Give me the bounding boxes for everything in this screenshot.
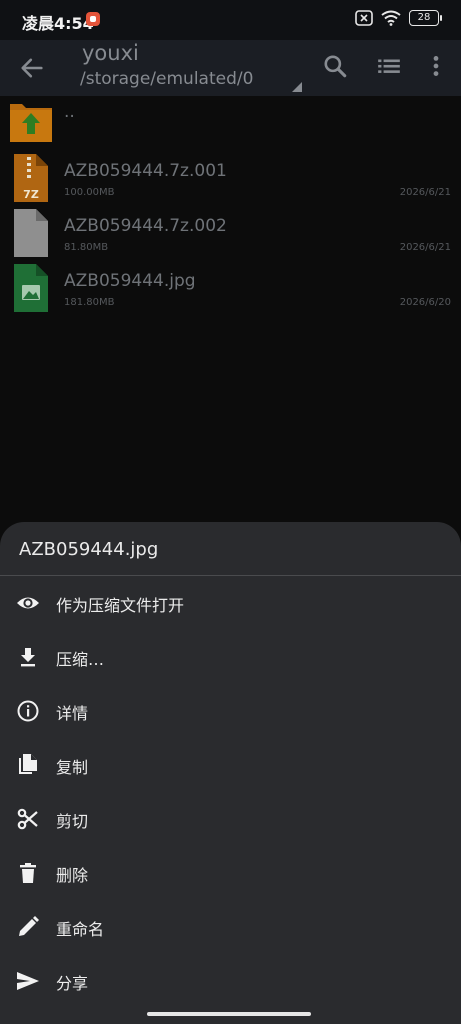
file-date: 2026/6/21 xyxy=(399,187,451,198)
eye-icon xyxy=(17,597,39,609)
file-date: 2026/6/21 xyxy=(399,242,451,253)
file-date: 2026/6/20 xyxy=(399,297,451,308)
send-icon xyxy=(17,972,39,990)
menu-label: 重命名 xyxy=(56,920,105,939)
parent-folder-icon xyxy=(10,104,52,142)
screen-record-icon xyxy=(86,12,100,26)
image-file-icon xyxy=(14,264,48,312)
file-actions-sheet: AZB059444.jpg 作为压缩文件打开 压缩… 详情 复制 剪切 删除 重… xyxy=(0,522,461,1024)
7z-archive-icon: 7Z xyxy=(14,154,48,202)
back-arrow-icon[interactable] xyxy=(18,54,46,82)
battery-indicator: 28 xyxy=(409,10,442,26)
menu-item-copy[interactable]: 复制 xyxy=(0,738,461,792)
status-bar: 凌晨4:54 28 xyxy=(0,0,461,40)
menu-label: 剪切 xyxy=(56,812,89,831)
status-icons: 28 xyxy=(355,10,442,26)
file-row[interactable]: AZB059444.7z.002 81.80MB 2026/6/21 xyxy=(0,206,461,261)
download-icon xyxy=(21,648,35,667)
path-dropdown[interactable]: /storage/emulated/0 xyxy=(80,69,253,89)
more-options-icon[interactable] xyxy=(423,53,449,79)
search-icon[interactable] xyxy=(322,53,348,79)
menu-item-delete[interactable]: 删除 xyxy=(0,846,461,900)
menu-label: 删除 xyxy=(56,866,89,885)
svg-text:7Z: 7Z xyxy=(23,188,39,201)
status-time: 凌晨4:54 xyxy=(22,14,94,33)
menu-item-share[interactable]: 分享 xyxy=(0,954,461,1008)
file-row[interactable]: 7Z AZB059444.7z.001 100.00MB 2026/6/21 xyxy=(0,151,461,206)
sheet-title: AZB059444.jpg xyxy=(19,539,159,560)
menu-item-rename[interactable]: 重命名 xyxy=(0,900,461,954)
info-icon xyxy=(17,700,39,722)
folder-title: youxi xyxy=(82,41,139,65)
trash-icon xyxy=(20,863,36,883)
home-indicator[interactable] xyxy=(147,1012,311,1016)
menu-label: 分享 xyxy=(56,974,89,993)
menu-item-compress[interactable]: 压缩… xyxy=(0,630,461,684)
wifi-icon xyxy=(381,10,401,26)
dropdown-triangle-icon[interactable] xyxy=(292,82,302,92)
file-row-parent[interactable]: .. xyxy=(0,96,461,151)
menu-label: 复制 xyxy=(56,758,89,777)
file-row[interactable]: AZB059444.jpg 181.80MB 2026/6/20 xyxy=(0,261,461,316)
file-size: 181.80MB xyxy=(64,297,115,308)
menu-item-open-as-archive[interactable]: 作为压缩文件打开 xyxy=(0,576,461,630)
app-bar: youxi /storage/emulated/0 xyxy=(0,40,461,96)
no-sim-icon xyxy=(355,10,373,26)
menu-label: 详情 xyxy=(56,704,89,723)
menu-label: 压缩… xyxy=(56,650,105,669)
menu-label: 作为压缩文件打开 xyxy=(56,596,185,615)
file-name: AZB059444.jpg xyxy=(64,271,196,291)
generic-file-icon xyxy=(14,209,48,257)
file-name: AZB059444.7z.001 xyxy=(64,161,227,181)
pencil-icon xyxy=(19,916,39,936)
file-name: AZB059444.7z.002 xyxy=(64,216,227,236)
file-size: 100.00MB xyxy=(64,187,115,198)
copy-icon xyxy=(19,754,37,774)
scissors-icon xyxy=(17,808,38,830)
file-name: .. xyxy=(64,102,75,122)
menu-item-details[interactable]: 详情 xyxy=(0,684,461,738)
list-view-icon[interactable] xyxy=(376,53,402,79)
menu-item-cut[interactable]: 剪切 xyxy=(0,792,461,846)
file-size: 81.80MB xyxy=(64,242,109,253)
